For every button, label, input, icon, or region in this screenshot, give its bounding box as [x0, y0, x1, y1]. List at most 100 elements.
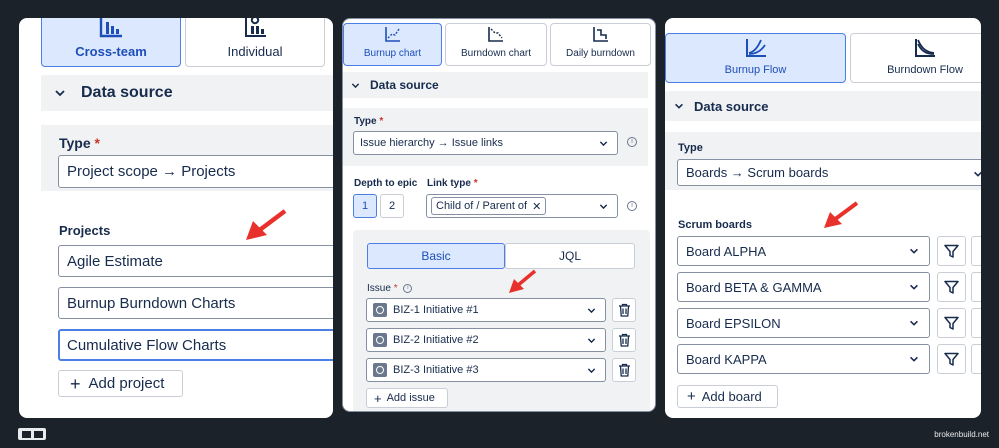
depth-label: Depth to epic: [354, 178, 418, 189]
type-value: Issue hierarchy → Issue links: [360, 137, 504, 149]
chevron-down-icon: [55, 90, 65, 97]
board-select-1[interactable]: Board ALPHA: [677, 236, 930, 266]
section-header-data-source[interactable]: Data source: [41, 75, 333, 111]
tab-cross-team[interactable]: Cross-team: [41, 18, 181, 67]
depth-option-1[interactable]: 1: [353, 194, 377, 218]
tab-label: Burndown chart: [460, 48, 532, 59]
chevron-down-icon: [910, 284, 918, 290]
more-button-3[interactable]: [971, 308, 981, 338]
chevron-down-icon: [599, 141, 608, 147]
plus-icon: +: [70, 373, 81, 394]
issue-select-3[interactable]: BIZ-3 Initiative #3: [366, 358, 606, 382]
type-select[interactable]: Project scope → Projects: [58, 155, 333, 188]
footer-site: brokenbuild.net: [934, 430, 989, 439]
link-type-chip: Child of / Parent of ✕: [431, 197, 547, 215]
info-icon: i: [627, 137, 637, 147]
burnup-chart-icon: [384, 27, 400, 42]
burndown-flow-icon: [915, 39, 935, 57]
tab-label: Daily burndown: [566, 48, 635, 59]
plus-icon: +: [687, 388, 696, 405]
tab-daily-burndown[interactable]: Daily burndown: [550, 23, 651, 66]
panel-burnup-burndown: Burnup chart Burndown chart Daily burndo…: [342, 18, 656, 412]
trash-icon: [618, 333, 630, 347]
add-project-button[interactable]: + Add project: [58, 370, 183, 397]
link-type-select[interactable]: Child of / Parent of ✕: [426, 194, 618, 218]
delete-issue-button-2[interactable]: [612, 328, 636, 352]
more-button-4[interactable]: [971, 344, 981, 374]
project-select-1[interactable]: Agile Estimate: [58, 245, 333, 277]
plus-icon: +: [374, 390, 382, 406]
section-header-data-source[interactable]: Data source: [665, 91, 981, 121]
project-select-3[interactable]: Cumulative Flow Charts: [58, 329, 333, 361]
filter-button-2[interactable]: [937, 272, 966, 302]
footer-logo: [18, 428, 46, 440]
board-select-2[interactable]: Board BETA & GAMMA: [677, 272, 930, 302]
depth-option-2[interactable]: 2: [380, 194, 404, 218]
info-icon: i: [403, 283, 413, 293]
board-select-4[interactable]: Board KAPPA: [677, 344, 930, 374]
chevron-down-icon: [910, 248, 918, 254]
tab-burnup-flow[interactable]: Burnup Flow: [665, 33, 846, 83]
tab-label: Burndown Flow: [887, 64, 963, 76]
type-select[interactable]: Issue hierarchy → Issue links: [353, 131, 618, 155]
project-select-2[interactable]: Burnup Burndown Charts: [58, 287, 333, 319]
add-board-button[interactable]: + Add board: [677, 385, 778, 408]
chevron-down-icon: [587, 368, 596, 374]
red-arrow-icon: [246, 209, 287, 240]
chevron-down-icon: [910, 320, 918, 326]
funnel-icon: [944, 244, 959, 258]
more-button-2[interactable]: [971, 272, 981, 302]
red-arrow-icon: [509, 269, 537, 293]
tab-individual[interactable]: Individual: [185, 18, 325, 67]
chevron-down-icon: [910, 356, 918, 362]
projects-label: Projects: [59, 223, 111, 238]
filter-button-4[interactable]: [937, 344, 966, 374]
chevron-down-icon: [675, 103, 683, 109]
logo-glyph-icon: [21, 430, 31, 438]
panel-cumulative-flow: Burnup Flow Burndown Flow Data source Ty…: [665, 18, 981, 418]
filter-button-1[interactable]: [937, 236, 966, 266]
tab-jql[interactable]: JQL: [505, 243, 635, 269]
add-issue-button[interactable]: + Add issue: [366, 388, 448, 408]
issue-label: Issue * i: [367, 283, 413, 294]
type-value: Project scope → Projects: [67, 163, 236, 180]
section-title: Data source: [694, 98, 769, 114]
type-select[interactable]: Boards → Scrum boards: [677, 159, 981, 186]
trash-icon: [618, 363, 630, 377]
type-label: Type: [678, 142, 703, 154]
tab-label: Burnup chart: [363, 48, 422, 59]
issue-select-2[interactable]: BIZ-2 Initiative #2: [366, 328, 606, 352]
issue-select-1[interactable]: BIZ-1 Initiative #1: [366, 298, 606, 322]
funnel-icon: [944, 316, 959, 330]
tab-burndown-chart[interactable]: Burndown chart: [445, 23, 547, 66]
tab-burndown-flow[interactable]: Burndown Flow: [850, 33, 981, 83]
initiative-icon: [373, 333, 387, 347]
more-button-1[interactable]: [971, 236, 981, 266]
section-header-data-source[interactable]: Data source: [343, 72, 648, 98]
chevron-down-icon: [351, 82, 360, 88]
person-chart-icon: [245, 18, 266, 37]
logo-glyph-icon: [33, 430, 43, 438]
burnup-flow-icon: [745, 39, 766, 57]
scrum-boards-label: Scrum boards: [678, 219, 752, 231]
tab-label: Burnup Flow: [724, 64, 787, 76]
close-icon[interactable]: ✕: [532, 200, 541, 213]
delete-issue-button-3[interactable]: [612, 358, 636, 382]
delete-issue-button-1[interactable]: [612, 298, 636, 322]
type-value: Boards → Scrum boards: [686, 165, 829, 180]
type-label: Type *: [354, 116, 384, 127]
chevron-down-icon: [599, 204, 608, 210]
section-title: Data source: [81, 84, 173, 101]
chevron-down-icon: [587, 338, 596, 344]
link-type-label: Link type *: [427, 178, 478, 189]
board-select-3[interactable]: Board EPSILON: [677, 308, 930, 338]
initiative-icon: [373, 303, 387, 317]
filter-button-3[interactable]: [937, 308, 966, 338]
red-arrow-icon: [824, 201, 859, 228]
tab-burnup-chart[interactable]: Burnup chart: [343, 23, 442, 66]
tab-label: Individual: [227, 44, 283, 59]
section-title: Data source: [370, 78, 439, 92]
tab-basic[interactable]: Basic: [367, 243, 505, 269]
initiative-icon: [373, 363, 387, 377]
tab-label: Cross-team: [75, 44, 147, 59]
